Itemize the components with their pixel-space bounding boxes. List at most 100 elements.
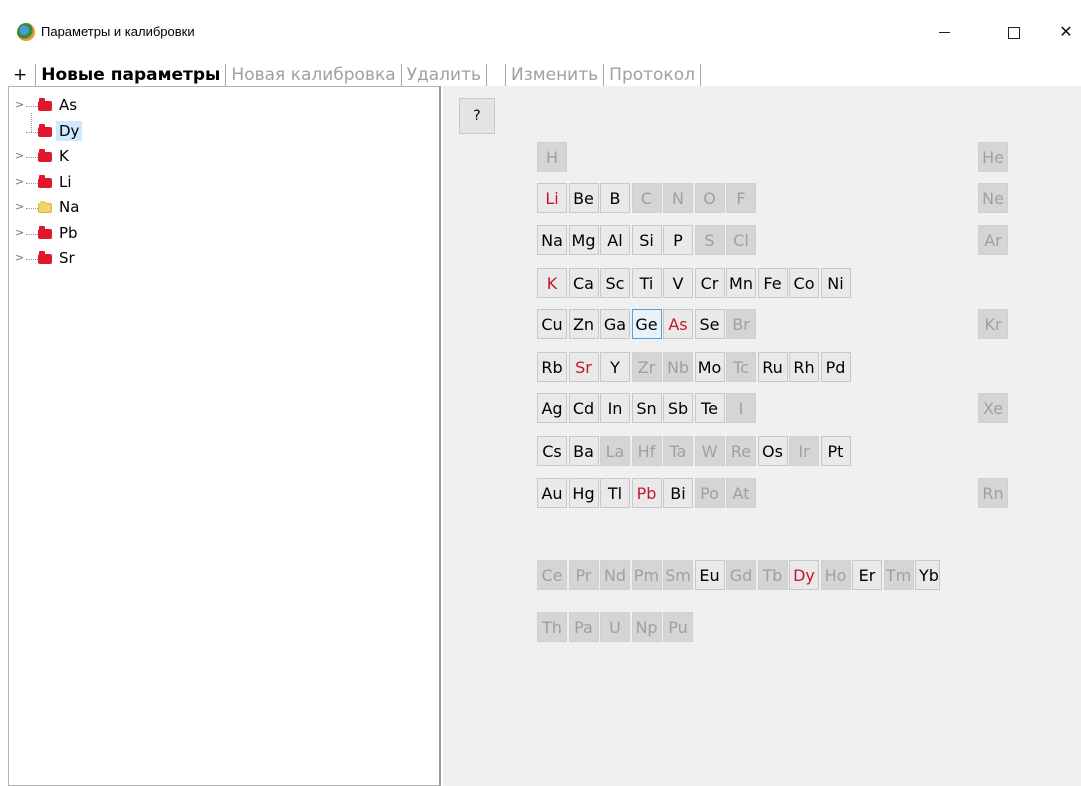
element-yb[interactable]: Yb: [915, 560, 940, 590]
element-pd[interactable]: Pd: [820, 352, 851, 382]
minimize-button[interactable]: [921, 14, 967, 50]
element-pr: Pr: [568, 560, 599, 590]
element-cu[interactable]: Cu: [537, 309, 567, 339]
element-nd: Nd: [600, 560, 630, 590]
element-pt[interactable]: Pt: [820, 436, 851, 466]
element-f: F: [726, 183, 756, 213]
element-eu[interactable]: Eu: [694, 560, 725, 590]
element-in[interactable]: In: [600, 393, 630, 423]
element-v[interactable]: V: [663, 268, 693, 298]
element-tl[interactable]: Tl: [600, 478, 630, 508]
chevron-right-icon[interactable]: >: [15, 175, 27, 188]
element-np: Np: [631, 612, 662, 642]
element-cs[interactable]: Cs: [537, 436, 567, 466]
tree-item-dy[interactable]: Dy: [9, 112, 429, 141]
element-er[interactable]: Er: [852, 560, 882, 590]
element-cr[interactable]: Cr: [694, 268, 725, 298]
element-zn[interactable]: Zn: [568, 309, 599, 339]
element-bi[interactable]: Bi: [663, 478, 693, 508]
element-th: Th: [537, 612, 567, 642]
element-tree[interactable]: > As Dy > K > Li > Na > Pb > Sr: [8, 86, 441, 786]
title-bar: Параметры и калибровки ✕: [0, 0, 1081, 60]
element-na[interactable]: Na: [537, 225, 567, 255]
element-al[interactable]: Al: [600, 225, 630, 255]
protocol-button[interactable]: Протокол: [604, 64, 701, 86]
tree-item-li[interactable]: > Li: [9, 173, 429, 192]
element-la: La: [600, 436, 630, 466]
maximize-button[interactable]: [991, 14, 1037, 50]
element-ga[interactable]: Ga: [600, 309, 630, 339]
element-ar: Ar: [978, 225, 1008, 255]
close-icon: ✕: [1059, 22, 1073, 41]
tree-connector: [26, 233, 38, 235]
add-button[interactable]: +: [8, 64, 37, 86]
tree-item-pb[interactable]: > Pb: [9, 224, 429, 243]
element-b[interactable]: B: [600, 183, 630, 213]
element-mo[interactable]: Mo: [694, 352, 725, 382]
element-li[interactable]: Li: [537, 183, 567, 213]
tree-item-k[interactable]: > K: [9, 147, 429, 166]
element-tb: Tb: [757, 560, 788, 590]
element-rb[interactable]: Rb: [537, 352, 567, 382]
element-mn[interactable]: Mn: [726, 268, 756, 298]
new-params-button[interactable]: Новые параметры: [36, 64, 227, 86]
element-as[interactable]: As: [663, 309, 693, 339]
edit-button[interactable]: Изменить: [506, 64, 605, 86]
minimize-icon: [938, 32, 950, 33]
app-icon: [17, 23, 35, 41]
element-ge[interactable]: Ge: [631, 309, 662, 339]
element-si[interactable]: Si: [631, 225, 662, 255]
tree-item-sr[interactable]: > Sr: [9, 249, 429, 268]
element-dy[interactable]: Dy: [789, 560, 819, 590]
help-button[interactable]: ?: [459, 98, 495, 134]
element-co[interactable]: Co: [789, 268, 819, 298]
tree-connector: [26, 131, 38, 133]
element-be[interactable]: Be: [568, 183, 599, 213]
element-ag[interactable]: Ag: [537, 393, 567, 423]
chevron-right-icon[interactable]: >: [15, 200, 27, 213]
element-sb[interactable]: Sb: [663, 393, 693, 423]
tree-connector: [31, 112, 32, 132]
tree-item-na[interactable]: > Na: [9, 198, 429, 217]
element-ca[interactable]: Ca: [568, 268, 599, 298]
element-tm: Tm: [883, 560, 914, 590]
tree-connector: [26, 182, 38, 184]
element-pu: Pu: [663, 612, 693, 642]
chevron-right-icon[interactable]: >: [15, 149, 27, 162]
element-y[interactable]: Y: [600, 352, 630, 382]
element-sm: Sm: [663, 560, 693, 590]
close-button[interactable]: ✕: [1043, 14, 1081, 50]
element-rh[interactable]: Rh: [789, 352, 819, 382]
element-sn[interactable]: Sn: [631, 393, 662, 423]
chevron-right-icon[interactable]: >: [15, 98, 27, 111]
element-cd[interactable]: Cd: [568, 393, 599, 423]
element-fe[interactable]: Fe: [757, 268, 788, 298]
tree-connector: [26, 259, 38, 260]
element-ni[interactable]: Ni: [820, 268, 851, 298]
new-calibration-button[interactable]: Новая калибровка: [226, 64, 402, 86]
folder-icon: [38, 225, 52, 239]
element-ce: Ce: [537, 560, 567, 590]
element-pb[interactable]: Pb: [631, 478, 662, 508]
element-k[interactable]: K: [537, 268, 567, 298]
element-sr[interactable]: Sr: [568, 352, 599, 382]
element-hg[interactable]: Hg: [568, 478, 599, 508]
element-ba[interactable]: Ba: [568, 436, 599, 466]
tree-connector: [26, 208, 38, 209]
chevron-right-icon[interactable]: >: [15, 251, 27, 264]
element-se[interactable]: Se: [694, 309, 725, 339]
element-au[interactable]: Au: [537, 478, 567, 508]
element-re: Re: [726, 436, 756, 466]
element-mg[interactable]: Mg: [568, 225, 599, 255]
element-p[interactable]: P: [663, 225, 693, 255]
delete-button[interactable]: Удалить: [402, 64, 488, 86]
element-ru[interactable]: Ru: [757, 352, 788, 382]
element-te[interactable]: Te: [694, 393, 725, 423]
tree-item-as[interactable]: > As: [9, 96, 429, 115]
element-sc[interactable]: Sc: [600, 268, 630, 298]
element-os[interactable]: Os: [757, 436, 788, 466]
element-c: C: [631, 183, 662, 213]
element-ti[interactable]: Ti: [631, 268, 662, 298]
element-s: S: [694, 225, 725, 255]
chevron-right-icon[interactable]: >: [15, 226, 27, 239]
